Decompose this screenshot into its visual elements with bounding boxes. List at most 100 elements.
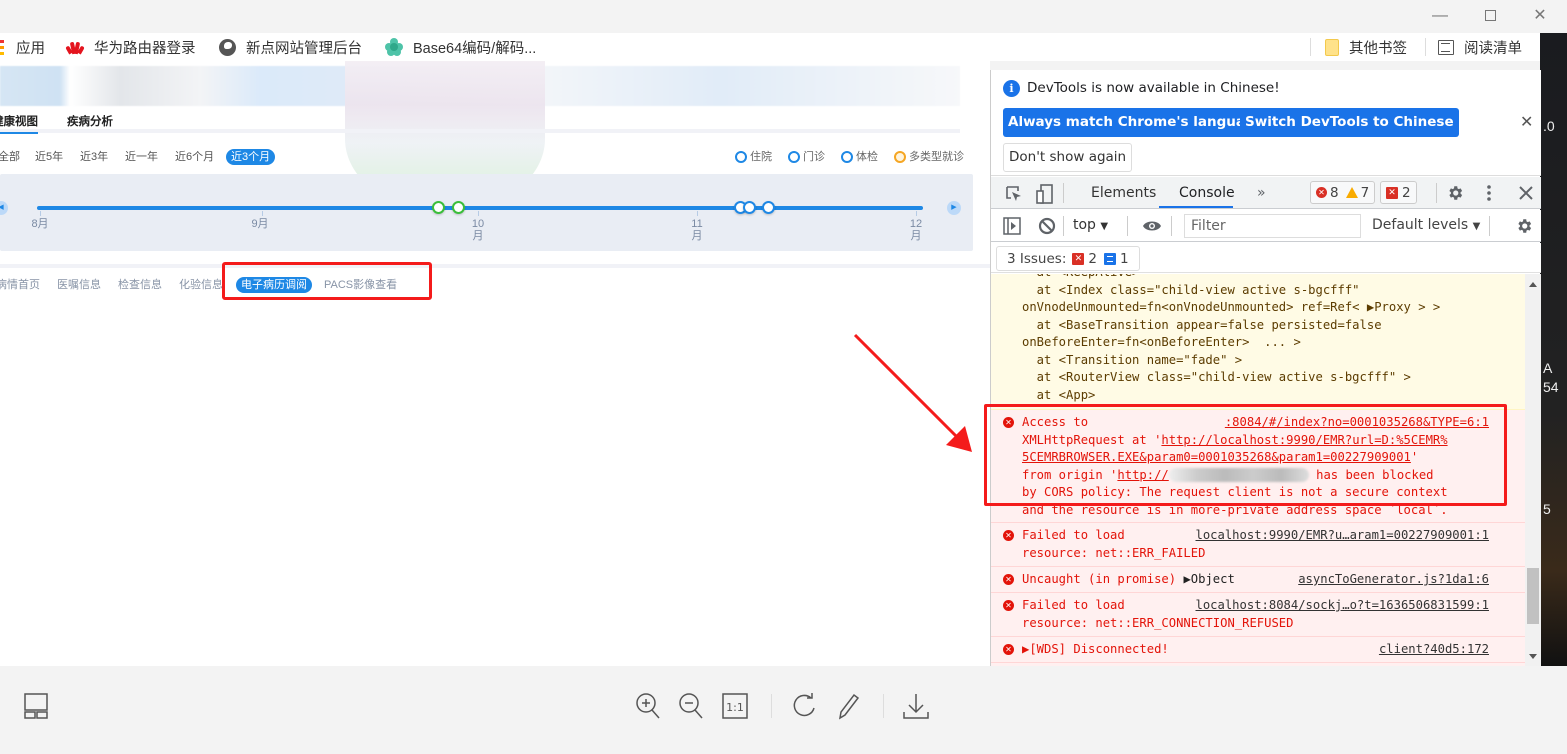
console-error-message: ✕ Uncaught (in promise) ▶Object asyncToG…	[991, 567, 1525, 593]
zoom-in-icon[interactable]	[634, 692, 662, 720]
bookmark-apps[interactable]: 应用	[0, 37, 45, 57]
origin-url-link[interactable]: http://	[1117, 468, 1168, 482]
legend-outpatient: 门诊	[788, 149, 825, 165]
view-tabs: 健康视图 疾病分析	[0, 111, 960, 134]
bookmark-huawei-router[interactable]: 华为路由器登录	[65, 37, 196, 57]
console-error-message: ✕ Access to :8084/#/index?no=0001035268&…	[991, 410, 1525, 523]
scroll-up-arrow-icon[interactable]	[1529, 282, 1537, 287]
issues-counter[interactable]: ✕ 2	[1380, 181, 1417, 204]
timeline-prev-button[interactable]: ◀	[0, 201, 8, 215]
close-icon[interactable]: ✕	[1520, 112, 1533, 131]
issue-info-icon	[1103, 252, 1116, 265]
thumbnail-toggle-icon[interactable]	[22, 692, 50, 720]
timeline-visit-marker[interactable]	[743, 201, 756, 214]
timeline-visit-marker[interactable]	[452, 201, 465, 214]
tab-disease-analysis[interactable]: 疾病分析	[67, 113, 113, 129]
error-text: Failed to load	[1022, 598, 1125, 612]
switch-to-chinese-button[interactable]: Switch DevTools to Chinese	[1240, 108, 1459, 137]
issues-button[interactable]: 3 Issues: ✕ 2 1	[996, 246, 1140, 271]
range-5-years[interactable]: 近5年	[35, 149, 63, 165]
more-options-icon[interactable]	[1486, 184, 1492, 202]
request-url-link[interactable]: 5CEMRBROWSER.EXE&param0=0001035268&param…	[1022, 450, 1411, 464]
timeline-month-label: 12 月	[909, 218, 923, 242]
rotate-icon[interactable]	[790, 692, 818, 720]
error-warning-counter[interactable]: ✕ 8 7	[1310, 181, 1376, 204]
console-filter-input[interactable]	[1184, 214, 1361, 238]
tab-elements[interactable]: Elements	[1091, 185, 1156, 201]
console-settings-gear-icon[interactable]	[1515, 217, 1533, 235]
live-expression-eye-icon[interactable]	[1142, 219, 1162, 233]
bookmark-label: Base64编码/解码...	[413, 40, 537, 57]
warning-count: 7	[1360, 184, 1370, 201]
minimize-icon[interactable]: —	[1427, 4, 1453, 28]
bookmark-label: 其他书签	[1349, 40, 1407, 57]
legend-checkup: 体检	[841, 149, 878, 165]
info-icon: i	[1003, 80, 1020, 97]
device-toolbar-icon[interactable]	[1036, 184, 1054, 204]
globe-icon	[219, 38, 236, 56]
maximize-icon[interactable]	[1477, 4, 1503, 28]
range-all[interactable]: 全部	[0, 149, 20, 165]
scrollbar-thumb[interactable]	[1527, 568, 1539, 624]
log-levels-value: Default levels	[1372, 217, 1469, 233]
bookmark-base64[interactable]: Base64编码/解码...	[385, 37, 536, 57]
error-source-link[interactable]: :8084/#/index?no=0001035268&TYPE=6:1	[1225, 414, 1489, 432]
stack-line: at <App>	[1022, 387, 1096, 402]
legend-inpatient: 住院	[735, 149, 772, 165]
annotation-arrow	[853, 333, 972, 452]
bookmark-reading-list[interactable]: 阅读清单	[1438, 37, 1522, 57]
stack-line: onVnodeUnmounted=fn<onVnodeUnmounted> re…	[1022, 300, 1441, 314]
bookmark-divider	[1310, 38, 1311, 56]
range-3-months[interactable]: 近3个月	[226, 149, 276, 165]
subtab-lab-tests[interactable]: 化验信息	[179, 277, 223, 293]
timeline-next-button[interactable]: ▶	[947, 201, 961, 215]
request-url-link[interactable]: http://localhost:9990/EMR?url=D:%5CEMR%	[1161, 433, 1447, 447]
bookmark-other[interactable]: 其他书签	[1325, 37, 1407, 57]
error-text[interactable]: ▶[WDS] Disconnected!	[1022, 641, 1169, 659]
console-scrollbar[interactable]	[1525, 274, 1541, 666]
log-levels-dropdown[interactable]: Default levels ▼	[1372, 217, 1480, 233]
legend-label: 门诊	[803, 151, 825, 163]
error-icon: ✕	[1003, 574, 1014, 585]
legend-multi-visit: 多类型就诊	[894, 149, 964, 165]
range-1-year[interactable]: 近一年	[125, 149, 158, 165]
tab-health-view[interactable]: 健康视图	[0, 113, 38, 134]
record-subtabs: 病情首页 医嘱信息 检查信息 化验信息 电子病历调阅 PACS影像查看	[0, 275, 990, 295]
always-match-language-button[interactable]: Always match Chrome's language	[1003, 108, 1269, 137]
expandable-object[interactable]: ▶Object	[1183, 572, 1234, 586]
error-source-link[interactable]: asyncToGenerator.js?1da1:6	[1298, 571, 1489, 589]
dont-show-again-button[interactable]: Don't show again	[1003, 143, 1133, 172]
download-icon[interactable]	[902, 692, 930, 720]
error-source-link[interactable]: client?40d5:172	[1379, 641, 1489, 659]
subtab-orders[interactable]: 医嘱信息	[57, 277, 101, 293]
error-source-link[interactable]: localhost:8084/sockj…o?t=1636506831599:1	[1196, 597, 1490, 615]
edit-pencil-icon[interactable]	[834, 692, 862, 720]
bookmark-xindian-admin[interactable]: 新点网站管理后台	[219, 37, 362, 57]
error-text: and the resource is in more-private addr…	[1022, 502, 1448, 517]
error-source-link[interactable]: localhost:9990/EMR?u…aram1=00227909001:1	[1196, 527, 1490, 545]
timeline-visit-marker[interactable]	[432, 201, 445, 214]
stack-line: at <RouterView class="child-view active …	[1022, 370, 1411, 384]
scroll-down-arrow-icon[interactable]	[1529, 654, 1537, 659]
more-tabs-button[interactable]: »	[1257, 185, 1266, 201]
zoom-out-icon[interactable]	[677, 692, 705, 720]
stack-line: at <BaseTransition appear=false persiste…	[1022, 317, 1382, 332]
timeline-visit-marker[interactable]	[762, 201, 775, 214]
settings-gear-icon[interactable]	[1446, 184, 1464, 202]
close-icon[interactable]: ✕	[1527, 4, 1553, 28]
reading-list-icon	[1438, 39, 1454, 55]
tab-console[interactable]: Console	[1179, 185, 1235, 201]
actual-size-icon[interactable]: 1:1	[721, 692, 749, 720]
range-3-years[interactable]: 近3年	[80, 149, 108, 165]
subtab-condition-home[interactable]: 病情首页	[0, 277, 40, 293]
subtab-exams[interactable]: 检查信息	[118, 277, 162, 293]
error-text: Access to	[1022, 415, 1089, 429]
inspect-element-icon[interactable]	[1005, 185, 1023, 203]
clear-console-icon[interactable]	[1038, 217, 1056, 235]
visit-timeline: ◀ ▶ 8月 9月 10 月 11 月 12 月	[0, 174, 973, 251]
close-devtools-icon[interactable]	[1519, 186, 1533, 200]
range-6-months[interactable]: 近6个月	[175, 149, 214, 165]
sidebar-toggle-icon[interactable]	[1003, 217, 1021, 235]
context-selector[interactable]: top ▼	[1073, 217, 1108, 233]
timeline-tick	[262, 211, 263, 216]
